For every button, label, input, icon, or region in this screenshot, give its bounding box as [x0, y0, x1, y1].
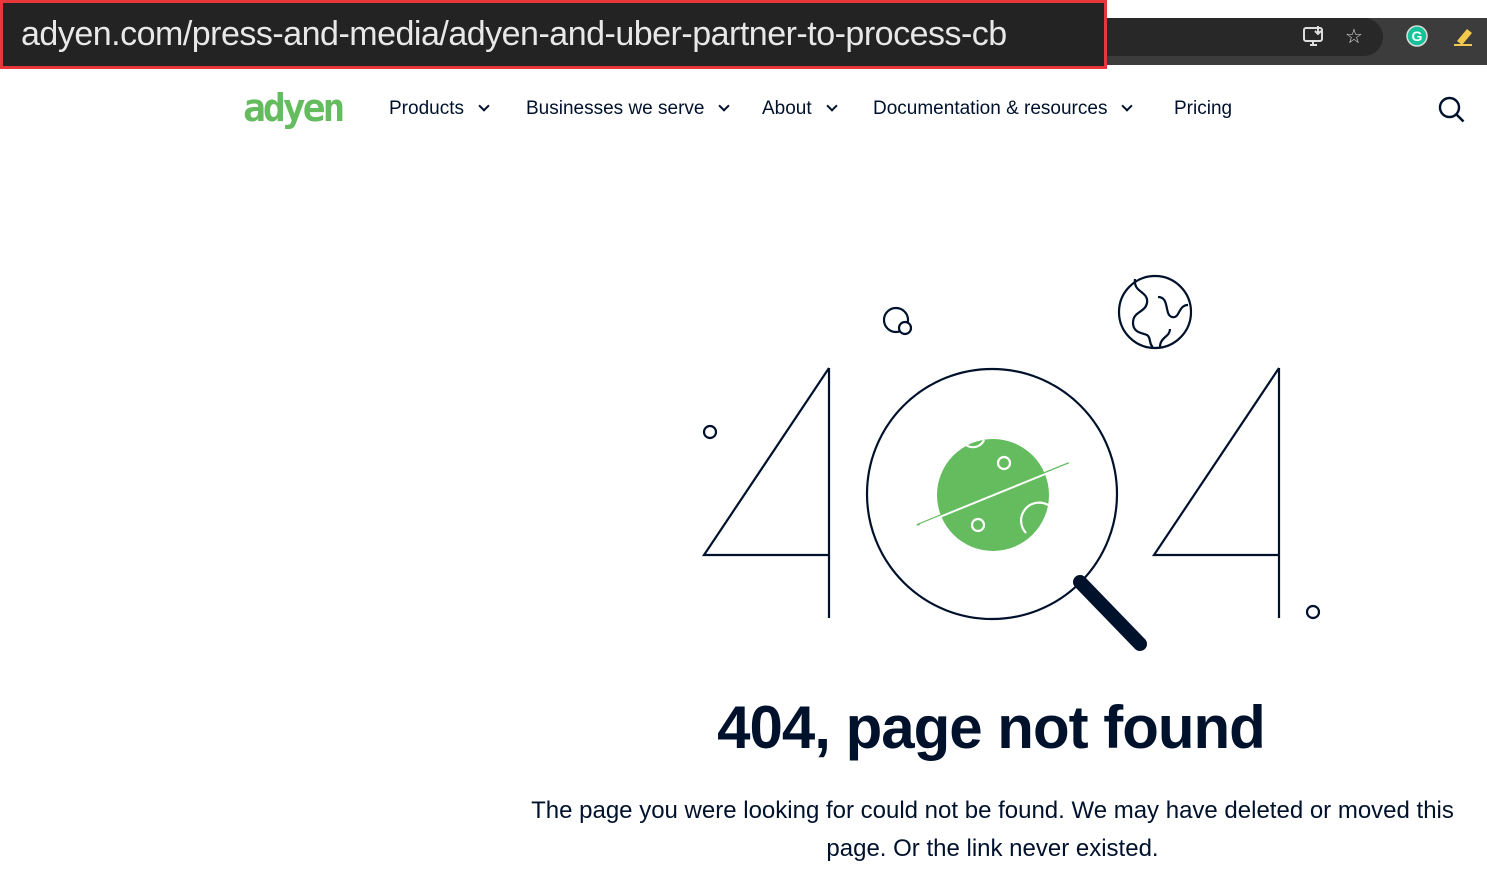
chevron-down-icon — [1121, 100, 1134, 112]
search-icon[interactable] — [1438, 96, 1466, 124]
install-app-icon[interactable] — [1302, 24, 1326, 48]
magnifier-handle — [1073, 575, 1147, 651]
nav-about[interactable]: About — [762, 98, 838, 120]
error-description: The page you were looking for could not … — [531, 797, 1454, 862]
site-navigation: adyen Products Businesses we serve About… — [0, 88, 1487, 132]
nav-products[interactable]: Products — [389, 98, 490, 120]
grammarly-icon[interactable]: G — [1405, 24, 1429, 48]
nav-documentation[interactable]: Documentation & resources — [873, 98, 1134, 120]
404-illustration — [701, 274, 1321, 651]
highlighter-extension-icon[interactable] — [1451, 24, 1475, 48]
chevron-down-icon — [825, 100, 838, 112]
bookmark-star-icon[interactable]: ☆ — [1342, 24, 1366, 48]
address-bar-url[interactable]: adyen.com/press-and-media/adyen-and-uber… — [0, 0, 1107, 69]
page-title: 404, page not found — [717, 694, 1266, 761]
chevron-down-icon — [718, 100, 731, 112]
svg-text:G: G — [1412, 28, 1423, 44]
digit-four-left — [701, 367, 831, 618]
adyen-logo[interactable]: adyen — [243, 88, 345, 128]
digit-four-right — [1151, 367, 1281, 618]
nav-pricing[interactable]: Pricing — [1174, 98, 1232, 120]
globe-icon — [1117, 274, 1193, 350]
chevron-down-icon — [478, 100, 490, 112]
nav-businesses[interactable]: Businesses we serve — [526, 98, 731, 120]
